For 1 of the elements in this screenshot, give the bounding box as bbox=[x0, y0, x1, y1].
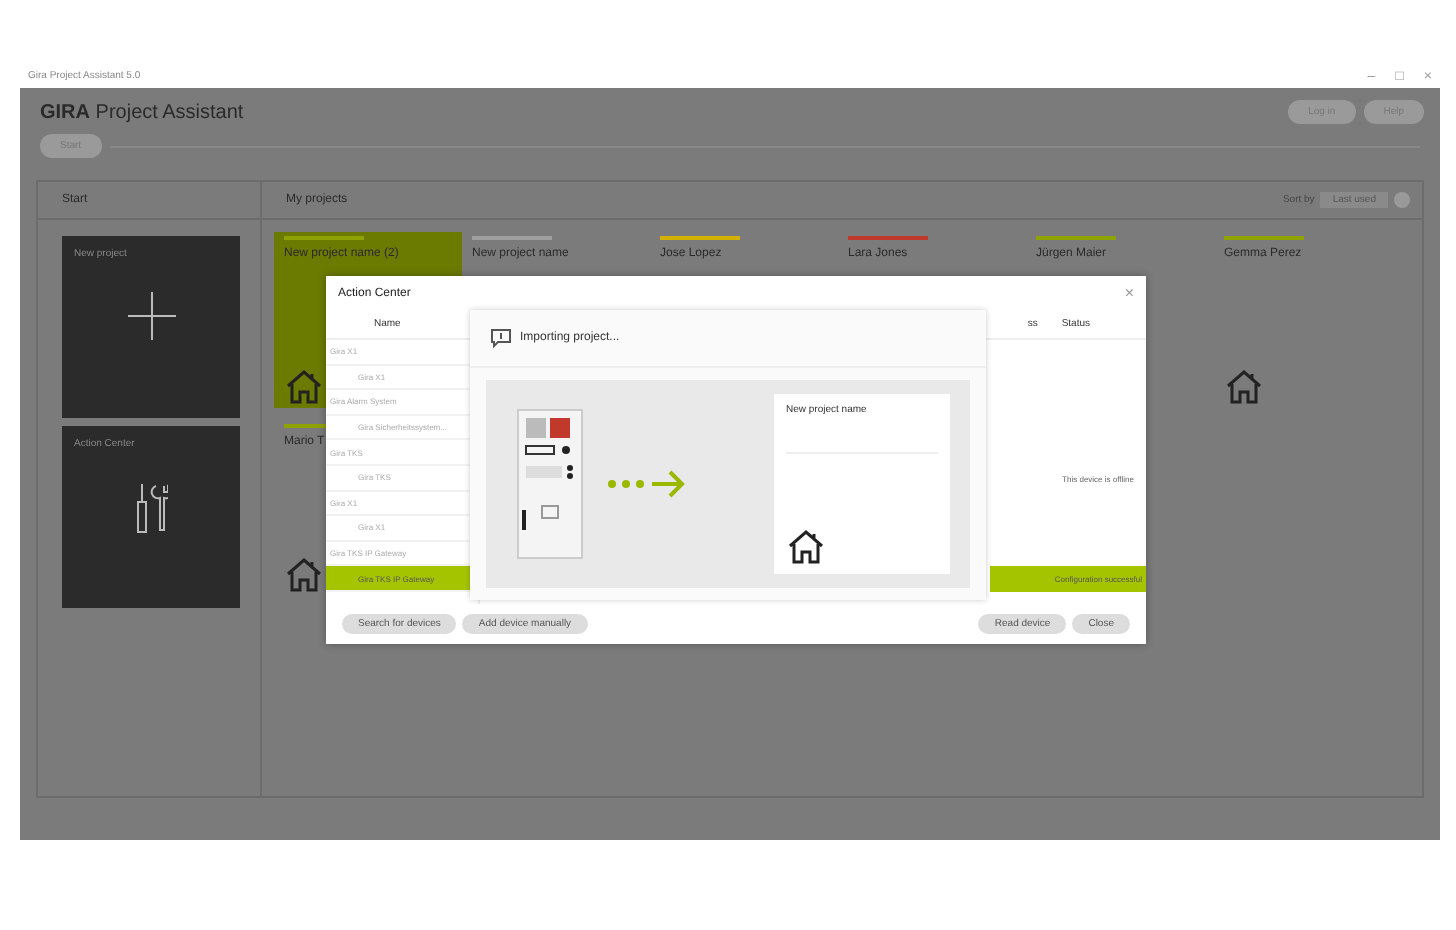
app-logo: GIRA Project Assistant bbox=[40, 101, 244, 123]
